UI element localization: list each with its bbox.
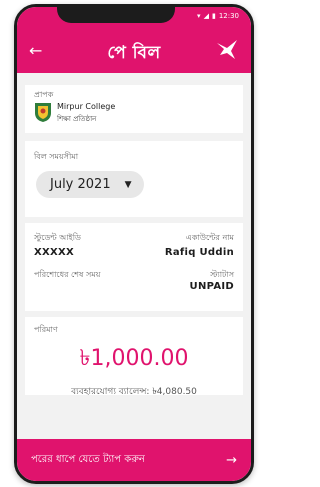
next-step-label: পরের ধাপে যেতে ট্যাপ করুন [31,453,145,465]
phone-notch [57,7,175,23]
bill-period-label: বিল সময়সীমা [34,152,79,161]
wifi-icon: ▾ [197,12,201,20]
battery-icon: ▮ [211,12,216,20]
status-time: 12:30 [218,12,239,20]
bill-period-dropdown[interactable]: July 2021 ▼ [36,171,144,198]
available-balance: ব্যবহারযোগ্য ব্যালেন্স: ৳4,080.50 [71,387,197,397]
payee-card: প্রাপক Mirpur College শিক্ষা প্রতিষ্ঠান [25,85,243,133]
bill-period-card: বিল সময়সীমা July 2021 ▼ [25,141,243,217]
status-indicators: ▾ ◢ ▮ 12:30 [197,12,239,20]
signal-icon: ◢ [203,12,209,20]
phone-frame: ▾ ◢ ▮ 12:30 ← পে বিল প্রাপক Mirpur Colle… [14,4,254,484]
status-bar: ▾ ◢ ▮ 12:30 [17,7,251,31]
account-name-label: একাউন্টের নাম [185,233,234,242]
bill-period-value: July 2021 [50,177,111,192]
payee-name: Mirpur College [57,102,116,111]
content-area: প্রাপক Mirpur College শিক্ষা প্রতিষ্ঠান … [17,73,251,453]
account-name-value: Rafiq Uddin [164,247,234,258]
app-bar: ← পে বিল [17,31,251,73]
payee-category: শিক্ষা প্রতিষ্ঠান [57,115,97,123]
bird-logo-icon [215,39,239,65]
status-badge: UNPAID [189,281,234,292]
arrow-right-icon: → [226,452,237,468]
chevron-down-icon: ▼ [124,179,132,190]
details-card: স্টুডেন্ট আইডি একাউন্টের নাম XXXXX Rafiq… [25,223,243,311]
next-step-button[interactable]: পরের ধাপে যেতে ট্যাপ করুন → [17,439,251,481]
student-id-label: স্টুডেন্ট আইডি [34,233,81,242]
student-id-value: XXXXX [34,247,75,258]
amount-card: পরিমাণ ৳1,000.00 ব্যবহারযোগ্য ব্যালেন্স:… [25,317,243,397]
amount-value: ৳1,000.00 [79,346,189,371]
college-logo-icon [33,101,53,127]
